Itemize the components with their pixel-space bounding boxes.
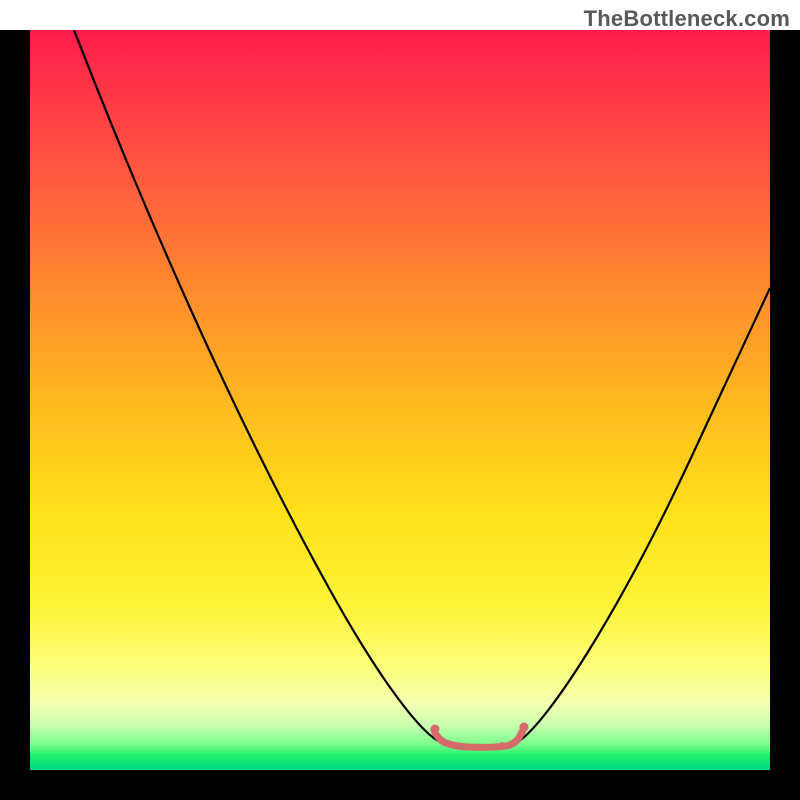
marker-dot-c bbox=[483, 744, 489, 750]
marker-dot-d bbox=[499, 742, 505, 748]
bottleneck-curve bbox=[74, 30, 770, 746]
marker-dot-left bbox=[431, 725, 440, 734]
curve-layer bbox=[30, 30, 770, 770]
optimal-region-marker bbox=[434, 728, 524, 747]
marker-dot-a bbox=[451, 742, 457, 748]
plot-area bbox=[30, 30, 770, 770]
frame-bottom bbox=[0, 770, 800, 800]
watermark-text: TheBottleneck.com bbox=[584, 6, 790, 32]
marker-dot-b bbox=[467, 744, 473, 750]
marker-dot-right bbox=[520, 723, 529, 732]
frame-right bbox=[770, 30, 800, 800]
frame-left bbox=[0, 30, 30, 800]
chart-container: TheBottleneck.com bbox=[0, 0, 800, 800]
